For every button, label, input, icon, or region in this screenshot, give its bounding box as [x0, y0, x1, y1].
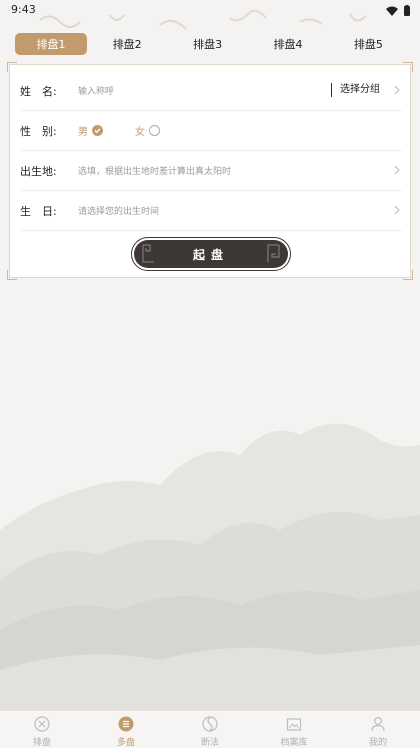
tab-paipan-5[interactable]: 排盘5 — [328, 33, 408, 55]
chevron-right-icon — [394, 165, 400, 175]
chevron-right-icon — [394, 85, 400, 95]
group-select-button[interactable]: 选择分组 — [331, 83, 380, 97]
nav-item-duanfa[interactable]: 断法 — [168, 711, 252, 748]
gender-female-label: 女 — [135, 127, 145, 138]
paipan-icon — [34, 716, 50, 732]
name-row: 姓 名: 输入称呼 选择分组 — [20, 71, 402, 111]
birthplace-input[interactable]: 选填，根据出生地时差计算出真太阳时 — [78, 164, 402, 177]
corner-ornament — [7, 62, 17, 72]
chart-tabs: 排盘1 排盘2 排盘3 排盘4 排盘5 — [9, 33, 411, 57]
nav-label-duopan: 多盘 — [116, 738, 135, 748]
birthday-input[interactable]: 请选择您的出生时间 — [78, 204, 402, 217]
radio-checked-icon[interactable] — [92, 125, 103, 136]
birthplace-row[interactable]: 出生地: 选填，根据出生地时差计算出真太阳时 — [20, 151, 402, 191]
duopan-icon — [118, 716, 134, 732]
wifi-icon — [386, 6, 398, 16]
bottom-navigation: 排盘 多盘 断法 档案库 我的 — [0, 710, 420, 748]
corner-ornament — [7, 270, 17, 280]
nav-item-duopan[interactable]: 多盘 — [84, 711, 168, 748]
nav-item-archive[interactable]: 档案库 — [252, 711, 336, 748]
nav-item-profile[interactable]: 我的 — [336, 711, 420, 748]
birthday-label: 生 日: — [20, 204, 57, 218]
nav-label-archive: 档案库 — [280, 738, 308, 748]
tab-paipan-4[interactable]: 排盘4 — [248, 33, 328, 55]
nav-label-profile: 我的 — [368, 738, 387, 748]
status-time: 9:43 — [11, 3, 36, 16]
gender-female-option[interactable]: 女 — [135, 123, 160, 138]
corner-ornament — [403, 62, 413, 72]
corner-ornament — [403, 270, 413, 280]
profile-icon — [371, 717, 385, 732]
gender-row: 性 别: 男 女 — [20, 111, 402, 151]
pattern-ornament-icon — [142, 244, 154, 263]
battery-icon — [404, 5, 410, 16]
gender-male-option[interactable]: 男 — [78, 123, 103, 138]
nav-label-duanfa: 断法 — [200, 738, 219, 748]
start-chart-button[interactable]: 起盘 — [131, 237, 291, 271]
gender-male-label: 男 — [78, 127, 88, 138]
radio-unchecked-icon[interactable] — [149, 125, 160, 136]
name-label: 姓 名: — [20, 84, 57, 98]
input-form-card: 姓 名: 输入称呼 选择分组 性 别: 男 女 出生地: 选填，根据出生地时差计… — [7, 62, 413, 280]
status-icons — [386, 5, 410, 16]
nav-label-paipan: 排盘 — [32, 738, 51, 748]
mountain-landscape-background — [0, 423, 420, 710]
birthplace-label: 出生地: — [20, 164, 57, 178]
tab-paipan-1[interactable]: 排盘1 — [15, 33, 87, 55]
chevron-right-icon — [394, 205, 400, 215]
tab-paipan-3[interactable]: 排盘3 — [167, 33, 247, 55]
status-bar: 9:43 — [0, 0, 420, 22]
pattern-ornament-icon — [267, 244, 280, 262]
birthday-row[interactable]: 生 日: 请选择您的出生时间 — [20, 191, 402, 231]
duanfa-icon — [202, 716, 218, 732]
start-chart-label: 起盘 — [192, 247, 229, 262]
tab-paipan-2[interactable]: 排盘2 — [87, 33, 167, 55]
archive-icon — [286, 718, 302, 731]
gender-label: 性 别: — [20, 124, 57, 138]
nav-item-paipan[interactable]: 排盘 — [0, 711, 84, 748]
start-chart-button-inner[interactable]: 起盘 — [134, 240, 288, 268]
